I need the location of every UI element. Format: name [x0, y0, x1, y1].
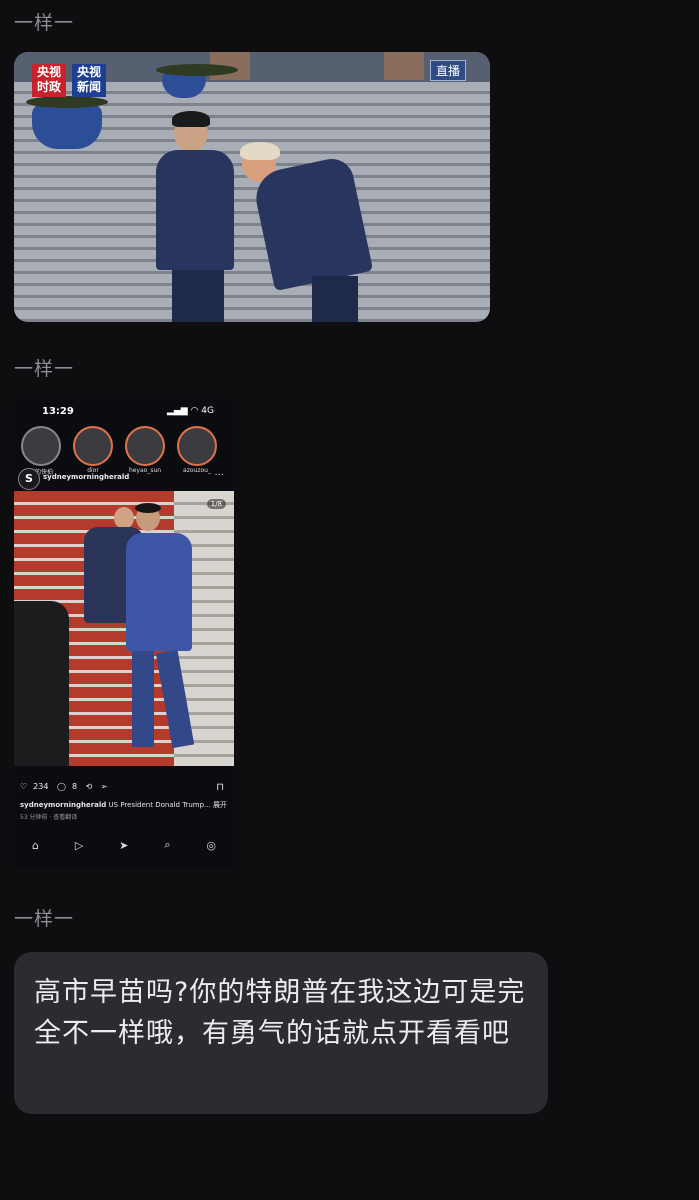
- image-message-handshake[interactable]: 央视 时政 央视 新闻 直播: [14, 52, 490, 322]
- head: [114, 507, 134, 529]
- pillar: [384, 52, 424, 80]
- message-text: 高市早苗吗?你的特朗普在我这边可是完全不一样哦，有勇气的话就点开看看吧: [34, 977, 526, 1049]
- hair: [172, 111, 210, 127]
- story-item: dior: [70, 426, 116, 474]
- image-message-instagram-screenshot[interactable]: 13:29 ▂▄▆ ◠ 4G 你的快拍 dior heyao_sun azouz…: [14, 398, 234, 868]
- send-icon[interactable]: ➤: [119, 839, 128, 852]
- network-label: 4G: [201, 406, 214, 416]
- camera-operator: [14, 601, 69, 766]
- trousers: [312, 276, 358, 322]
- logo-text: 央视 时政: [36, 65, 61, 94]
- leg: [132, 651, 154, 747]
- phone-status: ▂▄▆ ◠ 4G: [166, 406, 214, 416]
- share-icon[interactable]: ➢: [101, 782, 108, 791]
- bookmark-icon[interactable]: ⊓: [216, 782, 224, 793]
- like-count: 234: [33, 782, 49, 791]
- cctv-news-logo: 央视 新闻: [72, 64, 106, 97]
- hair: [240, 142, 280, 160]
- suit: [156, 150, 234, 270]
- post-header: S sydneymorningherald ···: [18, 468, 230, 490]
- profile-icon[interactable]: ◎: [206, 839, 216, 852]
- text-message-bubble[interactable]: 高市早苗吗?你的特朗普在我这边可是完全不一样哦，有勇气的话就点开看看吧: [14, 952, 548, 1114]
- caption-text: US President Donald Trump...: [108, 801, 211, 809]
- cctv-politics-logo: 央视 时政: [32, 64, 66, 97]
- post-image: 1/8: [14, 491, 234, 766]
- search-icon[interactable]: ⌕: [164, 838, 170, 852]
- image-counter: 1/8: [206, 499, 226, 509]
- story-avatar: [21, 426, 61, 466]
- story-avatar: [73, 426, 113, 466]
- like-icon[interactable]: ♡: [20, 782, 27, 791]
- repost-icon[interactable]: ⟲: [86, 782, 93, 791]
- bottom-nav: ⌂ ▷ ➤ ⌕ ◎: [14, 834, 234, 856]
- hair: [135, 503, 161, 513]
- story-item: heyao_sun: [122, 426, 168, 474]
- account-name: sydneymorningherald: [43, 473, 130, 481]
- trousers: [172, 270, 224, 322]
- blue-vase: [26, 96, 108, 149]
- phone-time: 13:29: [42, 406, 74, 417]
- live-badge: 直播: [429, 60, 466, 81]
- caption-account: sydneymorningherald: [20, 801, 107, 809]
- story-item: azouzou_: [174, 426, 220, 474]
- post-caption: sydneymorningherald US President Donald …: [20, 800, 230, 810]
- suit: [126, 533, 192, 651]
- reels-icon[interactable]: ▷: [75, 839, 83, 852]
- comment-count: 8: [71, 782, 78, 791]
- logo-text: 央视 新闻: [76, 65, 101, 94]
- account-avatar: S: [18, 468, 40, 490]
- caption-more[interactable]: 展开: [213, 801, 227, 809]
- sender-name: 一样一: [14, 908, 75, 930]
- post-time: 53 分钟前 · 查看翻译: [20, 814, 78, 821]
- post-actions: ♡ 234 ◯ 8 ⟲ ➢: [20, 782, 114, 791]
- comment-icon[interactable]: ◯: [57, 782, 66, 791]
- home-icon[interactable]: ⌂: [32, 839, 39, 852]
- sender-name: 一样一: [14, 12, 75, 34]
- story-avatar: [177, 426, 217, 466]
- story-avatar: [125, 426, 165, 466]
- sender-name: 一样一: [14, 358, 75, 380]
- more-icon: ···: [214, 470, 224, 481]
